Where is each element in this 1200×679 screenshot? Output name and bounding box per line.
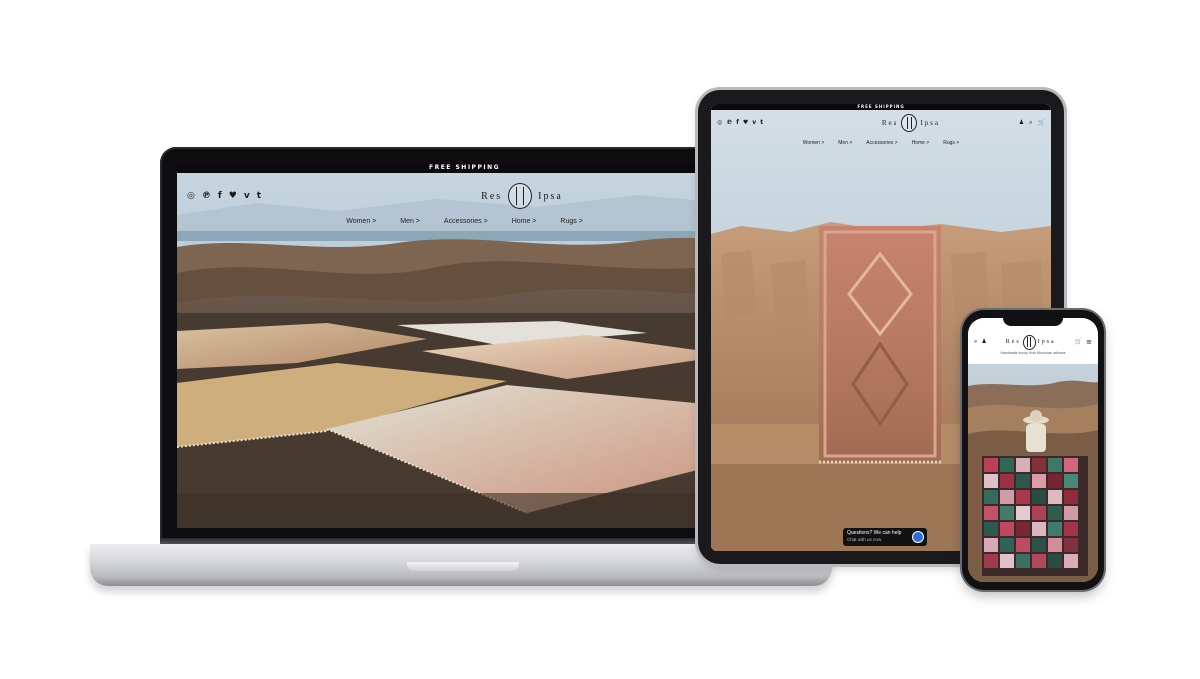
tablet-main-nav: Women > Men > Accessories > Home > Rugs … <box>711 140 1051 146</box>
logo-text-right: Ipsa <box>920 119 940 127</box>
main-nav: Women > Men > Accessories > Home > Rugs … <box>177 218 752 225</box>
phone-screen: ⌕ ♟ Res Ipsa 🛒 ≡ Handmade luxury from Mo… <box>968 318 1098 582</box>
nav-item-rugs[interactable]: Rugs > <box>560 218 582 225</box>
cart-icon[interactable]: 🛒 <box>1075 339 1082 345</box>
phone-site-logo[interactable]: Res Ipsa <box>1005 334 1056 350</box>
vimeo-icon[interactable]: v <box>752 120 756 126</box>
nav-item-accessories[interactable]: Accessories > <box>866 140 897 146</box>
laptop-thumb-notch <box>407 562 519 571</box>
phone-tagline: Handmade luxury from Moroccan artisans <box>1000 351 1066 355</box>
phone-site-header: ⌕ ♟ Res Ipsa 🛒 ≡ <box>968 334 1098 350</box>
phone-notch <box>1003 316 1063 326</box>
tablet-chat-widget[interactable]: Questions? We can help Chat with us now <box>843 528 927 546</box>
nav-item-men[interactable]: Men > <box>400 218 420 225</box>
pinterest-icon[interactable]: ℗ <box>726 120 732 126</box>
menu-icon[interactable]: ≡ <box>1086 338 1092 346</box>
logo-text-right: Ipsa <box>538 190 563 202</box>
nav-item-rugs[interactable]: Rugs > <box>943 140 959 146</box>
vimeo-icon[interactable]: v <box>244 191 250 201</box>
tablet-site-logo[interactable]: Res Ipsa <box>882 114 940 132</box>
site-header: ◎ ℗ f ♥ v t Res Ipsa ♟ ⌕ 🛒 <box>177 183 752 209</box>
nav-item-women[interactable]: Women > <box>346 218 376 225</box>
nav-item-accessories[interactable]: Accessories > <box>444 218 488 225</box>
instagram-icon[interactable]: ◎ <box>187 191 195 201</box>
barrel-logo-icon <box>508 183 533 209</box>
cart-icon[interactable]: 🛒 <box>1038 120 1045 126</box>
phone-right-tools: 🛒 ≡ <box>1075 338 1092 346</box>
tablet-header-tools: ♟ ⌕ 🛒 <box>1019 120 1045 126</box>
social-links: ◎ ℗ f ♥ v t <box>187 191 261 201</box>
device-mockup-stage: FREE SHIPPING ◎ ℗ f ♥ v t Res Ipsa ♟ ⌕ 🛒 <box>0 0 1200 679</box>
account-icon[interactable]: ♟ <box>1019 120 1024 126</box>
phone-left-tools: ⌕ ♟ <box>974 339 987 345</box>
promo-banner: FREE SHIPPING <box>177 163 752 173</box>
tablet-social-links: ◎ ℗ f ♥ v t <box>717 120 763 126</box>
barrel-logo-icon <box>1022 334 1036 350</box>
tumblr-icon[interactable]: t <box>760 120 763 126</box>
logo-text-right: Ipsa <box>1037 339 1056 345</box>
nav-item-women[interactable]: Women > <box>803 140 824 146</box>
site-logo[interactable]: Res Ipsa <box>481 183 563 209</box>
logo-text-left: Res <box>881 119 899 127</box>
search-icon[interactable]: ⌕ <box>974 339 977 345</box>
nav-item-home[interactable]: Home > <box>512 218 537 225</box>
account-icon[interactable]: ♟ <box>981 339 986 345</box>
pinterest-icon[interactable]: ℗ <box>202 191 211 201</box>
phone-hero-image <box>968 364 1098 582</box>
nav-item-men[interactable]: Men > <box>838 140 852 146</box>
laptop-screen: FREE SHIPPING ◎ ℗ f ♥ v t Res Ipsa ♟ ⌕ 🛒 <box>177 163 752 528</box>
facebook-icon[interactable]: f <box>218 191 222 201</box>
instagram-icon[interactable]: ◎ <box>717 120 722 126</box>
tablet-promo-banner: FREE SHIPPING <box>711 104 1051 110</box>
barrel-logo-icon <box>901 114 918 132</box>
twitter-icon[interactable]: ♥ <box>743 120 748 126</box>
logo-text-left: Res <box>1005 339 1021 345</box>
tablet-site-header: ◎ ℗ f ♥ v t Res Ipsa ♟ ⌕ 🛒 <box>711 114 1051 132</box>
tumblr-icon[interactable]: t <box>257 191 261 201</box>
facebook-icon[interactable]: f <box>736 120 739 126</box>
chat-icon <box>912 531 924 543</box>
search-icon[interactable]: ⌕ <box>1029 120 1032 126</box>
logo-text-left: Res <box>481 190 503 202</box>
nav-item-home[interactable]: Home > <box>912 140 930 146</box>
twitter-icon[interactable]: ♥ <box>229 191 237 201</box>
